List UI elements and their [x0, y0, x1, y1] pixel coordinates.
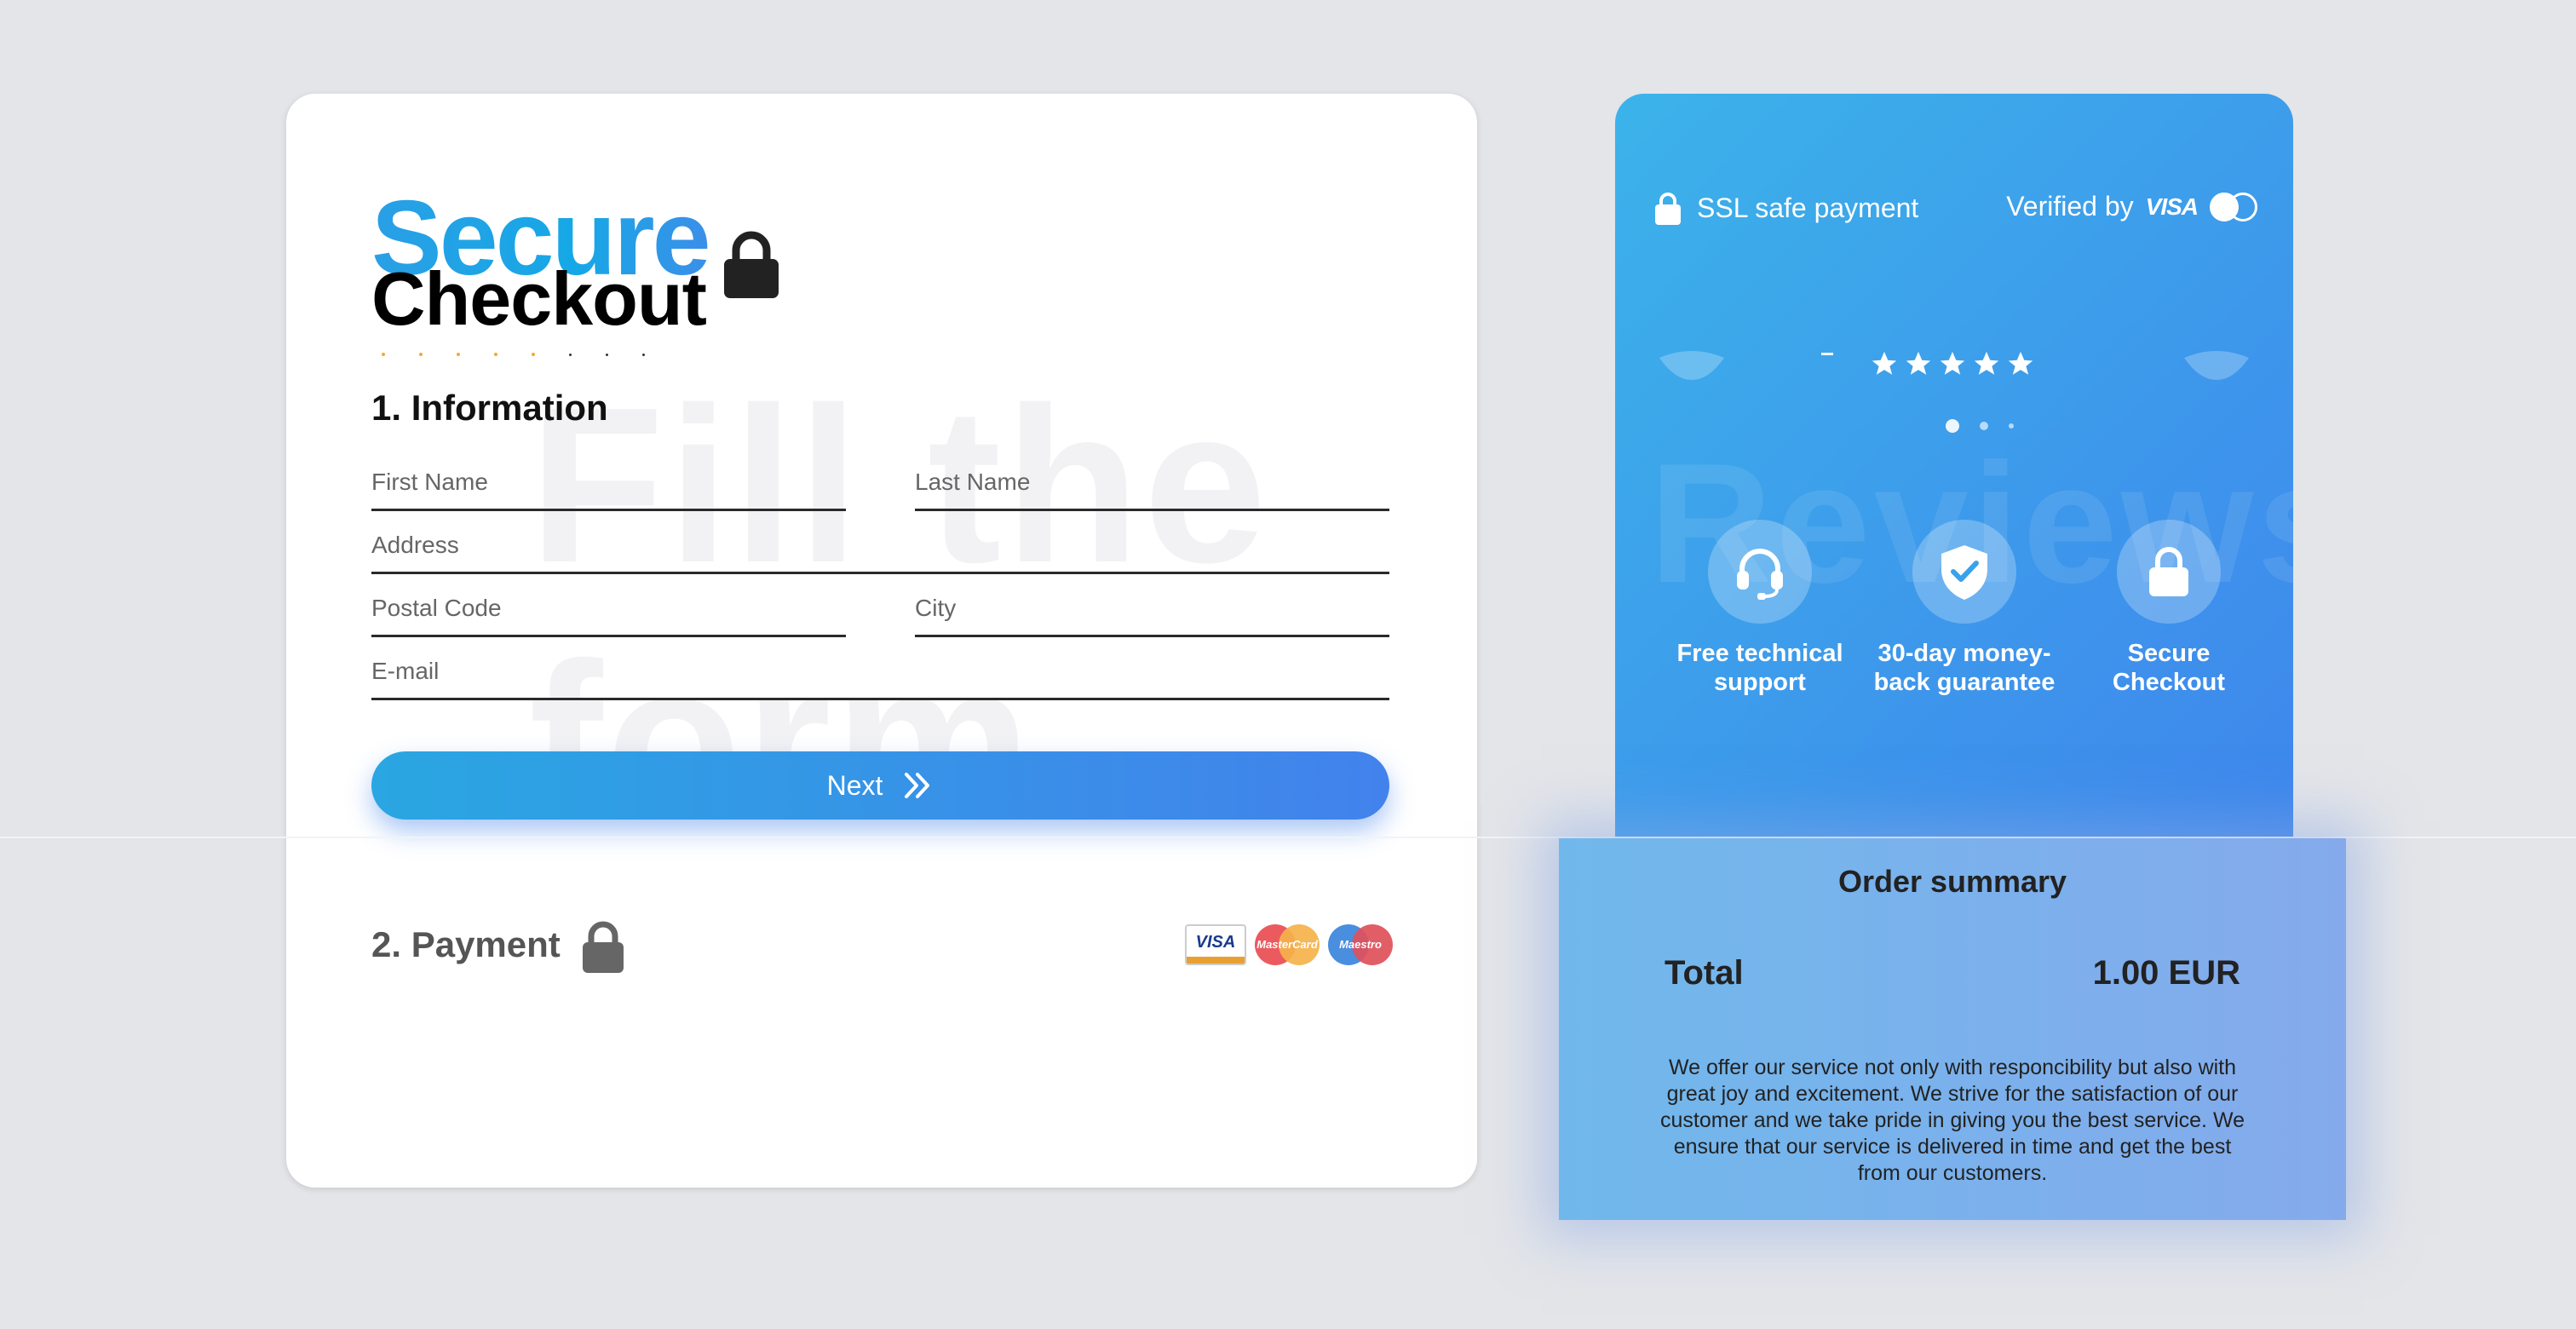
carousel-prev-icon[interactable] — [1658, 349, 1726, 383]
verified-text: Verified by — [2006, 191, 2134, 222]
page-title-checkout: Checkout — [371, 256, 707, 341]
last-name-field — [915, 469, 1389, 511]
mastercard-icon: MasterCard — [1255, 924, 1320, 965]
carousel-dots — [1946, 419, 2014, 433]
carousel-dot[interactable] — [2009, 423, 2014, 429]
verified-badge: Verified by VISA — [2006, 191, 2257, 222]
headset-icon — [1737, 549, 1783, 600]
order-summary-title: Order summary — [1837, 864, 2067, 899]
lock-icon — [583, 921, 624, 973]
last-name-input[interactable] — [915, 469, 1389, 501]
email-input[interactable] — [371, 658, 1389, 690]
feature-guarantee-label: 30-day money-back guarantee — [1873, 640, 2056, 696]
feature-list: Free technical support 30-day money-back… — [1666, 520, 2263, 697]
star-icon — [1872, 351, 1897, 375]
visa-card-icon: VISA — [1185, 924, 1246, 965]
review-dash — [1821, 353, 1833, 355]
order-summary: Order summary Total 1.00 EUR We offer ou… — [1559, 838, 2346, 1220]
city-input[interactable] — [915, 595, 1389, 627]
trust-panel: Reviews SSL safe payment Verified by VIS… — [1615, 94, 2293, 838]
feature-support-label: Free technical support — [1676, 640, 1843, 696]
feature-support: Free technical support — [1666, 520, 1854, 697]
ssl-badge: SSL safe payment — [1654, 191, 1918, 225]
carousel-next-icon[interactable] — [2182, 349, 2251, 383]
lock-icon — [2149, 547, 2188, 596]
service-note: We offer our service not only with respo… — [1660, 1056, 2245, 1185]
double-chevron-right-icon — [905, 773, 930, 798]
first-name-input[interactable] — [371, 469, 846, 501]
total-label: Total — [1665, 954, 1744, 992]
address-field — [371, 532, 1389, 574]
next-button[interactable]: Next — [371, 751, 1389, 820]
star-icon — [1906, 351, 1931, 375]
lock-icon — [724, 231, 779, 298]
email-field — [371, 658, 1389, 700]
mastercard-logo-icon — [2210, 192, 2257, 222]
review-stars — [1869, 349, 2036, 378]
section-payment-title: 2. Payment — [371, 924, 561, 964]
address-input[interactable] — [371, 532, 1389, 564]
feature-secure: Secure Checkout — [2075, 520, 2263, 697]
first-name-field — [371, 469, 846, 511]
checkout-form-card: Fill the form Secure Checkout 1. Informa… — [286, 94, 1477, 1188]
visa-logo: VISA — [2145, 193, 2199, 220]
star-icon — [2008, 351, 2033, 375]
carousel-dot-active[interactable] — [1946, 419, 1959, 433]
feature-guarantee: 30-day money-back guarantee — [1871, 520, 2058, 697]
carousel-dot[interactable] — [1980, 422, 1988, 430]
city-field — [915, 595, 1389, 637]
postal-code-field — [371, 595, 846, 637]
star-icon — [1940, 351, 1965, 375]
card-brands: VISA MasterCard Maestro — [1185, 924, 1393, 965]
section-information-title: 1. Information — [371, 388, 608, 428]
shield-check-icon — [1941, 545, 1987, 600]
star-icon — [1974, 351, 1999, 375]
ssl-text: SSL safe payment — [1697, 192, 1919, 223]
maestro-icon: Maestro — [1328, 924, 1393, 965]
lock-icon — [1655, 193, 1681, 225]
next-button-label: Next — [826, 769, 883, 801]
feature-secure-label: Secure Checkout — [2112, 640, 2226, 696]
total-value: 1.00 EUR — [2092, 954, 2240, 992]
rating-dots — [382, 351, 705, 358]
postal-code-input[interactable] — [371, 595, 846, 627]
